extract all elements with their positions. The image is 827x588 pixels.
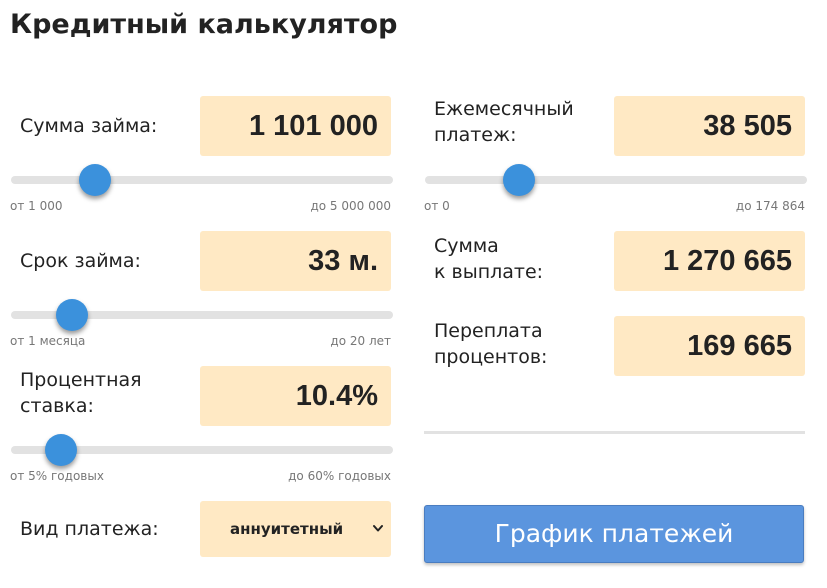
loan-term-slider-thumb[interactable] bbox=[56, 299, 89, 331]
interest-rate-max: до 60% годовых bbox=[288, 469, 391, 483]
payment-schedule-button[interactable]: График платежей bbox=[424, 505, 804, 563]
monthly-payment-min: от 0 bbox=[424, 199, 450, 213]
payment-type-select[interactable]: аннуитетный bbox=[200, 501, 391, 557]
loan-term-min: от 1 месяца bbox=[10, 334, 86, 348]
overpayment-value: 169 665 bbox=[614, 316, 805, 376]
interest-rate-min: от 5% годовых bbox=[10, 469, 104, 483]
total-payment-label: Сумма к выплате: bbox=[434, 233, 543, 285]
monthly-payment-slider[interactable] bbox=[425, 164, 807, 196]
total-payment-label-line1: Сумма bbox=[434, 235, 499, 257]
payment-type-label: Вид платежа: bbox=[20, 518, 159, 540]
interest-rate-label-line2: ставка: bbox=[20, 395, 94, 417]
loan-amount-min: от 1 000 bbox=[10, 199, 63, 213]
loan-term-label: Срок займа: bbox=[20, 250, 141, 272]
interest-rate-label-line1: Процентная bbox=[20, 369, 142, 391]
overpayment-label-line1: Переплата bbox=[434, 320, 543, 342]
divider bbox=[424, 431, 805, 434]
monthly-payment-slider-thumb[interactable] bbox=[502, 164, 535, 196]
interest-rate-slider[interactable] bbox=[11, 434, 393, 466]
loan-term-value[interactable]: 33 м. bbox=[200, 231, 391, 291]
monthly-payment-label: Ежемесячный платеж: bbox=[434, 96, 574, 148]
loan-amount-max: до 5 000 000 bbox=[310, 199, 391, 213]
interest-rate-value[interactable]: 10.4% bbox=[200, 366, 391, 426]
interest-rate-slider-thumb[interactable] bbox=[44, 434, 77, 466]
loan-amount-label: Сумма займа: bbox=[20, 115, 158, 137]
page-title: Кредитный калькулятор bbox=[10, 9, 398, 40]
monthly-payment-label-line1: Ежемесячный bbox=[434, 98, 574, 120]
monthly-payment-max: до 174 864 bbox=[735, 199, 805, 213]
total-payment-value: 1 270 665 bbox=[614, 231, 805, 291]
interest-rate-label: Процентная ставка: bbox=[20, 367, 142, 419]
loan-term-slider[interactable] bbox=[11, 299, 393, 331]
payment-type-selected: аннуитетный bbox=[230, 520, 344, 538]
loan-amount-slider[interactable] bbox=[11, 164, 393, 196]
loan-term-max: до 20 лет bbox=[330, 334, 391, 348]
loan-amount-slider-thumb[interactable] bbox=[79, 164, 112, 196]
chevron-down-icon bbox=[373, 525, 383, 532]
overpayment-label-line2: процентов: bbox=[434, 346, 548, 368]
monthly-payment-value[interactable]: 38 505 bbox=[614, 96, 805, 156]
total-payment-label-line2: к выплате: bbox=[434, 261, 544, 283]
overpayment-label: Переплата процентов: bbox=[434, 318, 547, 370]
loan-amount-value[interactable]: 1 101 000 bbox=[200, 96, 391, 156]
monthly-payment-label-line2: платеж: bbox=[434, 124, 517, 146]
